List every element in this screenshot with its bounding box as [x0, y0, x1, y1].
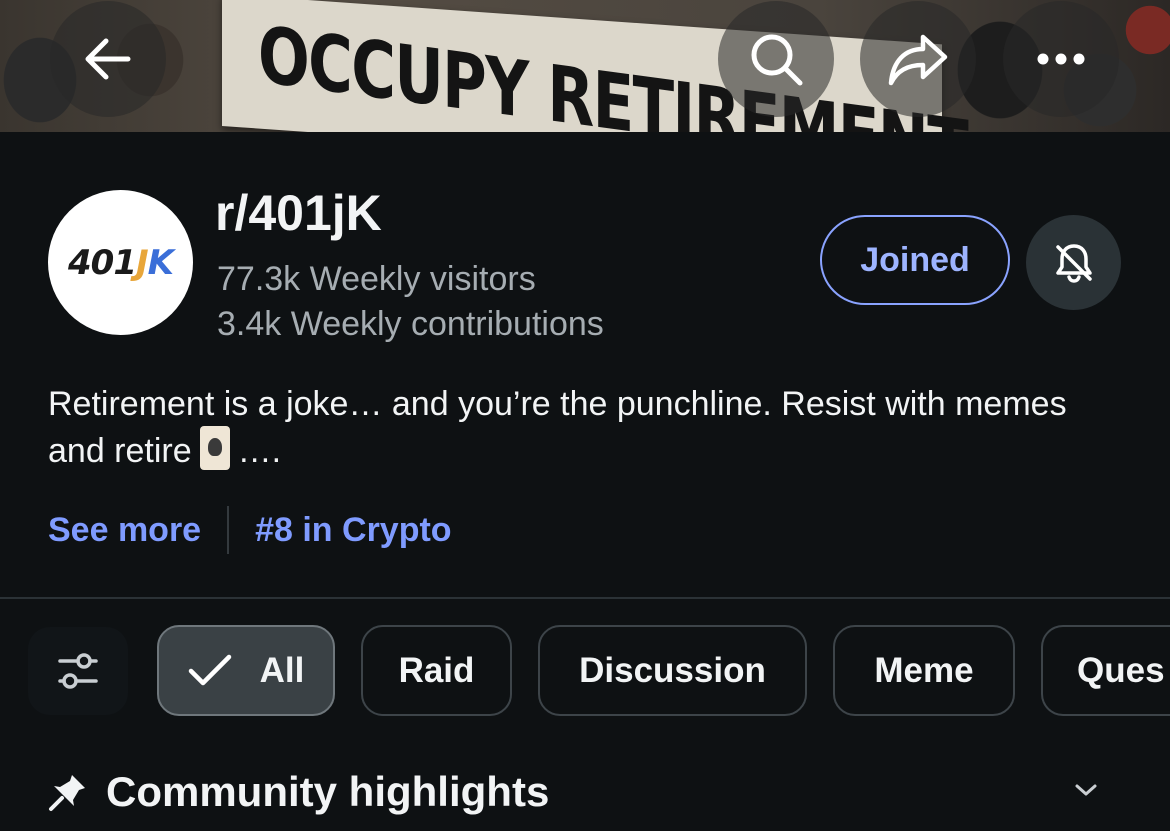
section-divider	[0, 597, 1170, 599]
community-avatar[interactable]: 401JK	[48, 190, 193, 335]
banner: OCCUPY RETIREMENT	[0, 0, 1170, 132]
share-button[interactable]	[860, 1, 976, 117]
filter-chip-meme[interactable]: Meme	[833, 625, 1015, 716]
weekly-contributions: 3.4k Weekly contributions	[217, 305, 604, 343]
search-button[interactable]	[718, 1, 834, 117]
highlights-title: Community highlights	[106, 768, 550, 815]
share-icon	[888, 34, 948, 86]
chip-label: All	[259, 650, 305, 690]
chip-label: Discussion	[579, 650, 766, 690]
community-name: r/401jK	[215, 185, 382, 241]
filter-chip-all[interactable]: All	[157, 625, 335, 716]
more-options-button[interactable]	[1003, 1, 1119, 117]
see-more-link[interactable]: See more	[48, 511, 201, 550]
community-logo: 401JK	[68, 242, 174, 283]
chip-label: Raid	[398, 650, 475, 690]
rank-link[interactable]: #8 in Crypto	[255, 511, 451, 550]
joined-button[interactable]: Joined	[820, 215, 1010, 305]
filter-chip-raid[interactable]: Raid	[361, 625, 512, 716]
chip-label: Meme	[874, 650, 974, 690]
back-button[interactable]	[50, 1, 166, 117]
filter-chip-discussion[interactable]: Discussion	[538, 625, 807, 716]
weekly-visitors: 77.3k Weekly visitors	[217, 260, 536, 298]
joker-card-icon	[199, 426, 230, 470]
link-divider	[227, 506, 230, 554]
chip-label: Ques	[1077, 650, 1165, 690]
community-description: Retirement is a joke… and you’re the pun…	[48, 385, 1067, 470]
more-horizontal-icon	[1037, 53, 1085, 65]
community-links: See more #8 in Crypto	[48, 505, 452, 555]
chevron-down-icon	[1075, 784, 1097, 796]
check-icon	[188, 654, 232, 688]
sliders-icon	[58, 653, 98, 689]
search-icon	[751, 34, 803, 86]
bell-off-icon	[1055, 243, 1092, 283]
filter-chip-question[interactable]: Ques	[1041, 625, 1170, 716]
filter-settings-button[interactable]	[28, 627, 128, 715]
community-highlights-header[interactable]: Community highlights	[48, 762, 549, 822]
pin-icon	[48, 772, 88, 812]
arrow-left-icon	[85, 38, 131, 80]
notifications-button[interactable]	[1026, 215, 1121, 310]
highlights-expand-button[interactable]	[1068, 775, 1104, 805]
